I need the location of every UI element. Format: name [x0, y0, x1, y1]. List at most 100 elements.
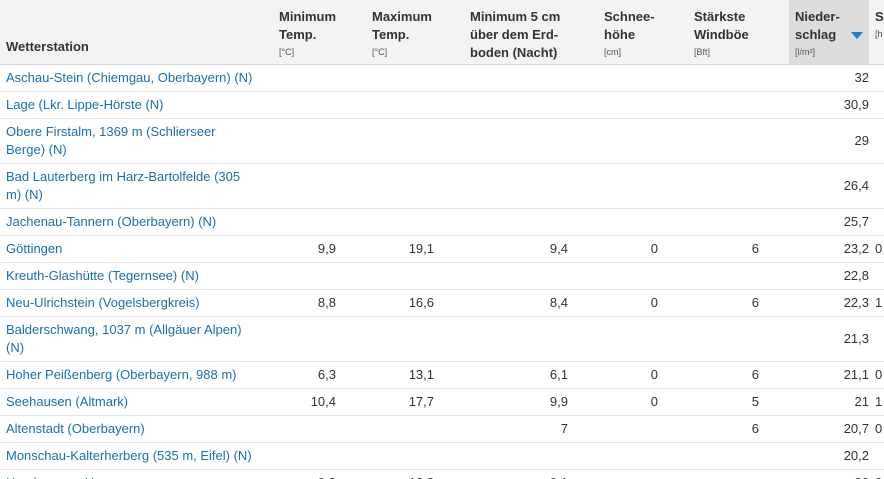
col-header-ground-min[interactable]: Minimum 5 cm über dem Erd- boden (Nacht) [464, 0, 598, 65]
cell-sunshine: 0 [869, 469, 884, 479]
station-link[interactable]: Herzberg am Harz [0, 469, 273, 479]
cell-snow [598, 64, 688, 92]
precipitation-value: 25,7 [843, 213, 869, 229]
cell-min-temp: 9,2 [273, 469, 366, 479]
precipitation-value: 21,3 [843, 330, 869, 346]
cell-sunshine: 0 [869, 235, 884, 263]
station-link[interactable]: Obere Firstalm, 1369 m (Schlierseer Berg… [0, 118, 273, 164]
station-link[interactable]: Monschau-Kalterherberg (535 m, Eifel) (N… [0, 442, 273, 470]
cell-precipitation: 22,3 [789, 289, 869, 317]
table-row: Kreuth-Glashütte (Tegernsee) (N) 22,8 [0, 262, 884, 290]
cell-precipitation: 32 [789, 64, 869, 92]
station-link[interactable]: Altenstadt (Oberbayern) [0, 415, 273, 443]
station-link[interactable]: Lage (Lkr. Lippe-Hörste (N) [0, 91, 273, 119]
cell-snow: 0 [598, 235, 688, 263]
cell-precipitation: 23,2 [789, 235, 869, 263]
cell-min-temp: 9,9 [273, 235, 366, 263]
col-header-wind[interactable]: Stärkste Windböe [Bft] [688, 0, 789, 65]
cell-min-temp [273, 415, 366, 443]
cell-min-temp [273, 163, 366, 209]
cell-wind [688, 316, 789, 362]
cell-precipitation: 20 [789, 469, 869, 479]
cell-sunshine: 1 [869, 388, 884, 416]
cell-precipitation: 26,4 [789, 163, 869, 209]
station-link[interactable]: Bad Lauterberg im Harz-Bartolfelde (305 … [0, 163, 273, 209]
cell-wind [688, 118, 789, 164]
cell-ground-min [464, 262, 598, 290]
cell-sunshine [869, 442, 884, 470]
cell-ground-min [464, 91, 598, 119]
station-link[interactable]: Aschau-Stein (Chiemgau, Oberbayern) (N) [0, 64, 273, 92]
cell-precipitation: 20,7 [789, 415, 869, 443]
table-row: Seehausen (Altmark) 10,4 17,7 9,9 0 5 21 1 [0, 388, 884, 416]
cell-snow [598, 415, 688, 443]
table-row: Monschau-Kalterherberg (535 m, Eifel) (N… [0, 442, 884, 470]
cell-sunshine [869, 208, 884, 236]
cell-snow [598, 316, 688, 362]
cell-sunshine: 1 [869, 289, 884, 317]
cell-snow: 0 [598, 289, 688, 317]
unit-label: [h [875, 29, 883, 39]
cell-precipitation: 21,1 [789, 361, 869, 389]
cell-snow [598, 163, 688, 209]
cell-max-temp: 19,1 [366, 235, 464, 263]
cell-wind: 6 [688, 361, 789, 389]
cell-snow [598, 91, 688, 119]
station-link[interactable]: Hoher Peißenberg (Oberbayern, 988 m) [0, 361, 273, 389]
col-header-min-temp[interactable]: Minimum Temp. [°C] [273, 0, 366, 65]
unit-label: [°C] [279, 47, 295, 57]
cell-sunshine [869, 262, 884, 290]
cell-max-temp: 16,8 [366, 469, 464, 479]
cell-max-temp [366, 442, 464, 470]
sort-descending-icon[interactable] [851, 32, 863, 39]
cell-max-temp [366, 118, 464, 164]
table-row: Lage (Lkr. Lippe-Hörste (N) 30,9 [0, 91, 884, 119]
cell-precipitation: 30,9 [789, 91, 869, 119]
cell-ground-min [464, 442, 598, 470]
cell-wind [688, 469, 789, 479]
station-link[interactable]: Jachenau-Tannern (Oberbayern) (N) [0, 208, 273, 236]
unit-label: [Bft] [694, 47, 711, 57]
cell-min-temp [273, 316, 366, 362]
col-header-precipitation[interactable]: Nieder- schlag [l/m²] [789, 0, 869, 65]
cell-snow [598, 262, 688, 290]
station-link[interactable]: Neu-Ulrichstein (Vogelsbergkreis) [0, 289, 273, 317]
precipitation-value: 20,2 [843, 447, 869, 463]
cell-wind [688, 91, 789, 119]
table-row: Herzberg am Harz9,216,89,1 200 [0, 469, 884, 479]
cell-max-temp [366, 415, 464, 443]
station-link[interactable]: Balderschwang, 1037 m (Allgäuer Alpen) (… [0, 316, 273, 362]
cell-ground-min: 7 [464, 415, 598, 443]
cell-max-temp [366, 64, 464, 92]
col-header-station[interactable]: Wetterstation [0, 0, 273, 65]
col-header-max-temp[interactable]: Maximum Temp. [°C] [366, 0, 464, 65]
cell-ground-min [464, 208, 598, 236]
unit-label: [l/m²] [795, 47, 815, 57]
cell-precipitation: 21,3 [789, 316, 869, 362]
cell-min-temp: 8,8 [273, 289, 366, 317]
col-header-sunshine[interactable]: S [h [869, 0, 884, 65]
table-row: Jachenau-Tannern (Oberbayern) (N) 25,7 [0, 208, 884, 236]
cell-min-temp: 6,3 [273, 361, 366, 389]
precipitation-value: 30,9 [843, 96, 869, 112]
cell-min-temp [273, 208, 366, 236]
station-link[interactable]: Kreuth-Glashütte (Tegernsee) (N) [0, 262, 273, 290]
cell-ground-min: 9,4 [464, 235, 598, 263]
cell-min-temp [273, 91, 366, 119]
cell-sunshine: 0 [869, 361, 884, 389]
cell-snow [598, 469, 688, 479]
cell-sunshine: 0 [869, 415, 884, 443]
precipitation-value: 26,4 [843, 177, 869, 193]
table-header-row: Wetterstation Minimum Temp. [°C] Maximum… [0, 0, 884, 65]
station-link[interactable]: Göttingen [0, 235, 273, 263]
cell-sunshine [869, 64, 884, 92]
col-header-snow[interactable]: Schnee- höhe [cm] [598, 0, 688, 65]
precipitation-value: 23,2 [843, 240, 869, 256]
cell-wind: 6 [688, 415, 789, 443]
table-row: Altenstadt (Oberbayern) 7 6 20,7 0 [0, 415, 884, 443]
cell-snow: 0 [598, 388, 688, 416]
cell-precipitation: 20,2 [789, 442, 869, 470]
cell-max-temp [366, 163, 464, 209]
cell-ground-min [464, 163, 598, 209]
station-link[interactable]: Seehausen (Altmark) [0, 388, 273, 416]
